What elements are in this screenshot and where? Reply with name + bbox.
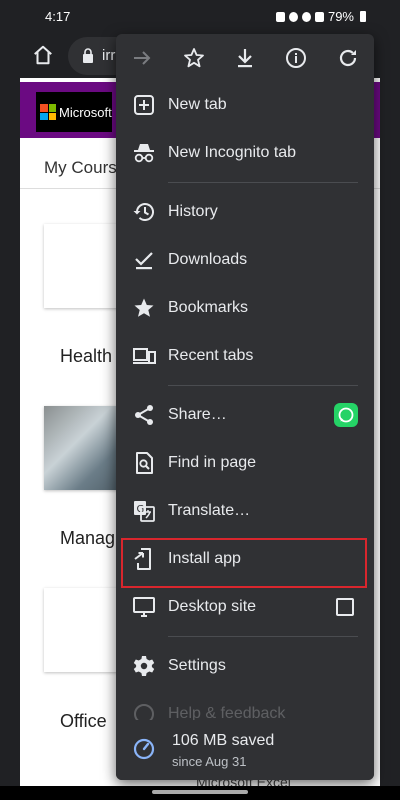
section-heading: Office: [60, 711, 107, 731]
info-icon[interactable]: [284, 46, 308, 70]
data-saver-gauge-icon: [133, 738, 155, 760]
menu-item-label: Bookmarks: [168, 299, 249, 316]
section-heading: Manag: [60, 528, 116, 548]
history-icon: [133, 203, 154, 221]
signal-icon: [314, 11, 324, 22]
new-tab-icon: [134, 95, 154, 115]
refresh-icon[interactable]: [336, 46, 360, 70]
alarm-icon: [288, 11, 298, 22]
menu-item-find-in-page[interactable]: Find in page: [116, 441, 374, 485]
home-gesture-handle[interactable]: [152, 790, 248, 794]
menu-item-downloads[interactable]: Downloads: [116, 238, 374, 282]
menu-item-label: New tab: [168, 96, 227, 113]
menu-item-label: Settings: [168, 657, 226, 674]
status-icons: 79%: [275, 9, 366, 24]
menu-item-label: Desktop site: [168, 598, 257, 615]
microsoft-logo[interactable]: Microsoft: [36, 92, 112, 132]
menu-item-share[interactable]: Share…: [116, 393, 374, 437]
system-nav-bar: [0, 786, 400, 800]
overflow-menu: New tab New Incognito tab History Downlo…: [116, 34, 374, 780]
find-in-page-icon: [136, 452, 153, 474]
menu-item-settings[interactable]: Settings: [116, 644, 374, 688]
menu-item-label: Translate…: [168, 502, 251, 519]
download-icon[interactable]: [233, 46, 257, 70]
menu-item-label: Recent tabs: [168, 347, 254, 364]
wifi-icon: [301, 11, 311, 22]
menu-item-label: Downloads: [168, 251, 248, 268]
menu-item-translate[interactable]: G Translate…: [116, 489, 374, 533]
menu-item-new-incognito-tab[interactable]: New Incognito tab: [116, 131, 374, 175]
section-heading: Health: [60, 346, 113, 366]
menu-item-desktop-site[interactable]: Desktop site: [116, 585, 374, 629]
desktop-site-checkbox[interactable]: [336, 598, 354, 616]
brand-text: Microsoft: [59, 104, 112, 120]
bookmark-star-icon[interactable]: [182, 46, 206, 70]
menu-item-new-tab[interactable]: New tab: [116, 83, 374, 127]
menu-divider: [168, 636, 358, 637]
status-bar: 4:17 79%: [0, 0, 400, 34]
menu-item-bookmarks[interactable]: Bookmarks: [116, 286, 374, 330]
lock-status-icon: [275, 11, 285, 22]
highlight-box: [121, 538, 367, 588]
whatsapp-icon[interactable]: [334, 403, 358, 427]
menu-item-label: New Incognito tab: [168, 144, 297, 161]
incognito-icon: [134, 144, 154, 163]
settings-icon: [133, 656, 155, 676]
menu-item-label: Find in page: [168, 454, 257, 471]
page-title: My Cours: [44, 158, 117, 177]
battery-icon: [360, 11, 366, 22]
menu-item-recent-tabs[interactable]: Recent tabs: [116, 334, 374, 378]
battery-percent: 79%: [327, 9, 354, 24]
home-icon[interactable]: [32, 44, 54, 66]
data-saved-since: since Aug 31: [172, 754, 247, 769]
share-icon: [135, 405, 153, 425]
downloads-icon: [135, 252, 153, 270]
microsoft-squares-icon: [40, 104, 56, 120]
menu-item-label: Share…: [168, 406, 227, 423]
lock-icon: [83, 48, 93, 63]
status-time: 4:17: [45, 9, 71, 24]
menu-divider: [168, 385, 358, 386]
translate-icon: G: [134, 501, 155, 522]
menu-divider: [168, 182, 358, 183]
desktop-site-icon: [133, 597, 155, 617]
url-text: irr: [102, 47, 116, 64]
forward-icon[interactable]: [130, 46, 154, 70]
data-saved-amount: 106 MB saved: [172, 732, 275, 749]
recent-tabs-icon: [133, 348, 156, 364]
menu-item-history[interactable]: History: [116, 190, 374, 234]
bookmarks-icon: [134, 298, 154, 317]
menu-item-label: History: [168, 203, 218, 220]
menu-action-row: [116, 34, 374, 82]
data-saver-footer[interactable]: 106 MB saved since Aug 31: [116, 720, 374, 780]
